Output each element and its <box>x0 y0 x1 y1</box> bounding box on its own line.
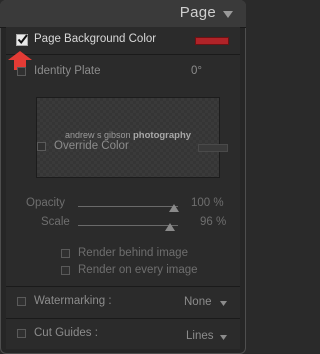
watermarking-select[interactable]: None <box>184 296 212 308</box>
scale-label: Scale <box>41 216 70 228</box>
cut-guides-row: Cut Guides : Lines <box>6 320 240 348</box>
scale-slider-thumb[interactable] <box>165 223 175 231</box>
override-color-checkbox[interactable] <box>37 142 46 151</box>
render-every-checkbox[interactable] <box>61 266 70 275</box>
cut-guides-label: Cut Guides : <box>34 327 98 339</box>
page-background-color-swatch[interactable] <box>195 37 229 45</box>
override-color-swatch[interactable] <box>198 144 228 152</box>
opacity-slider-thumb[interactable] <box>169 204 179 212</box>
page-background-label: Page Background Color <box>34 33 157 45</box>
watermarking-checkbox[interactable] <box>17 297 26 306</box>
cut-guides-checkbox[interactable] <box>17 329 26 338</box>
opacity-row: Opacity 100 % <box>6 197 240 213</box>
render-behind-row: Render behind image <box>6 246 240 262</box>
cut-guides-select[interactable]: Lines <box>186 330 214 342</box>
panel-body: Page Background Color Identity Plate 0° … <box>6 27 240 349</box>
checkmark-icon <box>17 34 28 45</box>
panel-header[interactable]: Page <box>0 0 246 28</box>
scale-slider-track[interactable] <box>78 225 178 226</box>
watermarking-label: Watermarking : <box>34 295 112 307</box>
scale-row: Scale 96 % <box>6 216 240 232</box>
override-color-row: Override Color <box>6 138 240 156</box>
opacity-label: Opacity <box>26 197 65 209</box>
watermarking-row: Watermarking : None <box>6 288 240 316</box>
panel-title: Page <box>179 4 216 21</box>
render-behind-label: Render behind image <box>78 247 188 259</box>
opacity-value[interactable]: 100 % <box>191 197 224 209</box>
page-background-checkbox[interactable] <box>16 34 28 46</box>
identity-plate-row: Identity Plate 0° <box>6 57 240 87</box>
opacity-slider-track[interactable] <box>78 206 178 207</box>
override-color-label: Override Color <box>54 140 129 152</box>
identity-plate-checkbox[interactable] <box>17 67 26 76</box>
cut-guides-dropdown-icon[interactable] <box>220 335 227 340</box>
render-every-label: Render on every image <box>78 264 198 276</box>
scale-value[interactable]: 96 % <box>200 216 226 228</box>
render-behind-checkbox[interactable] <box>61 249 70 258</box>
collapse-triangle-icon[interactable] <box>223 11 233 19</box>
page-background-row: Page Background Color <box>6 27 240 53</box>
identity-plate-label: Identity Plate <box>34 65 101 77</box>
watermarking-dropdown-icon[interactable] <box>220 301 227 306</box>
render-every-row: Render on every image <box>6 263 240 279</box>
identity-plate-rotation[interactable]: 0° <box>191 65 202 77</box>
